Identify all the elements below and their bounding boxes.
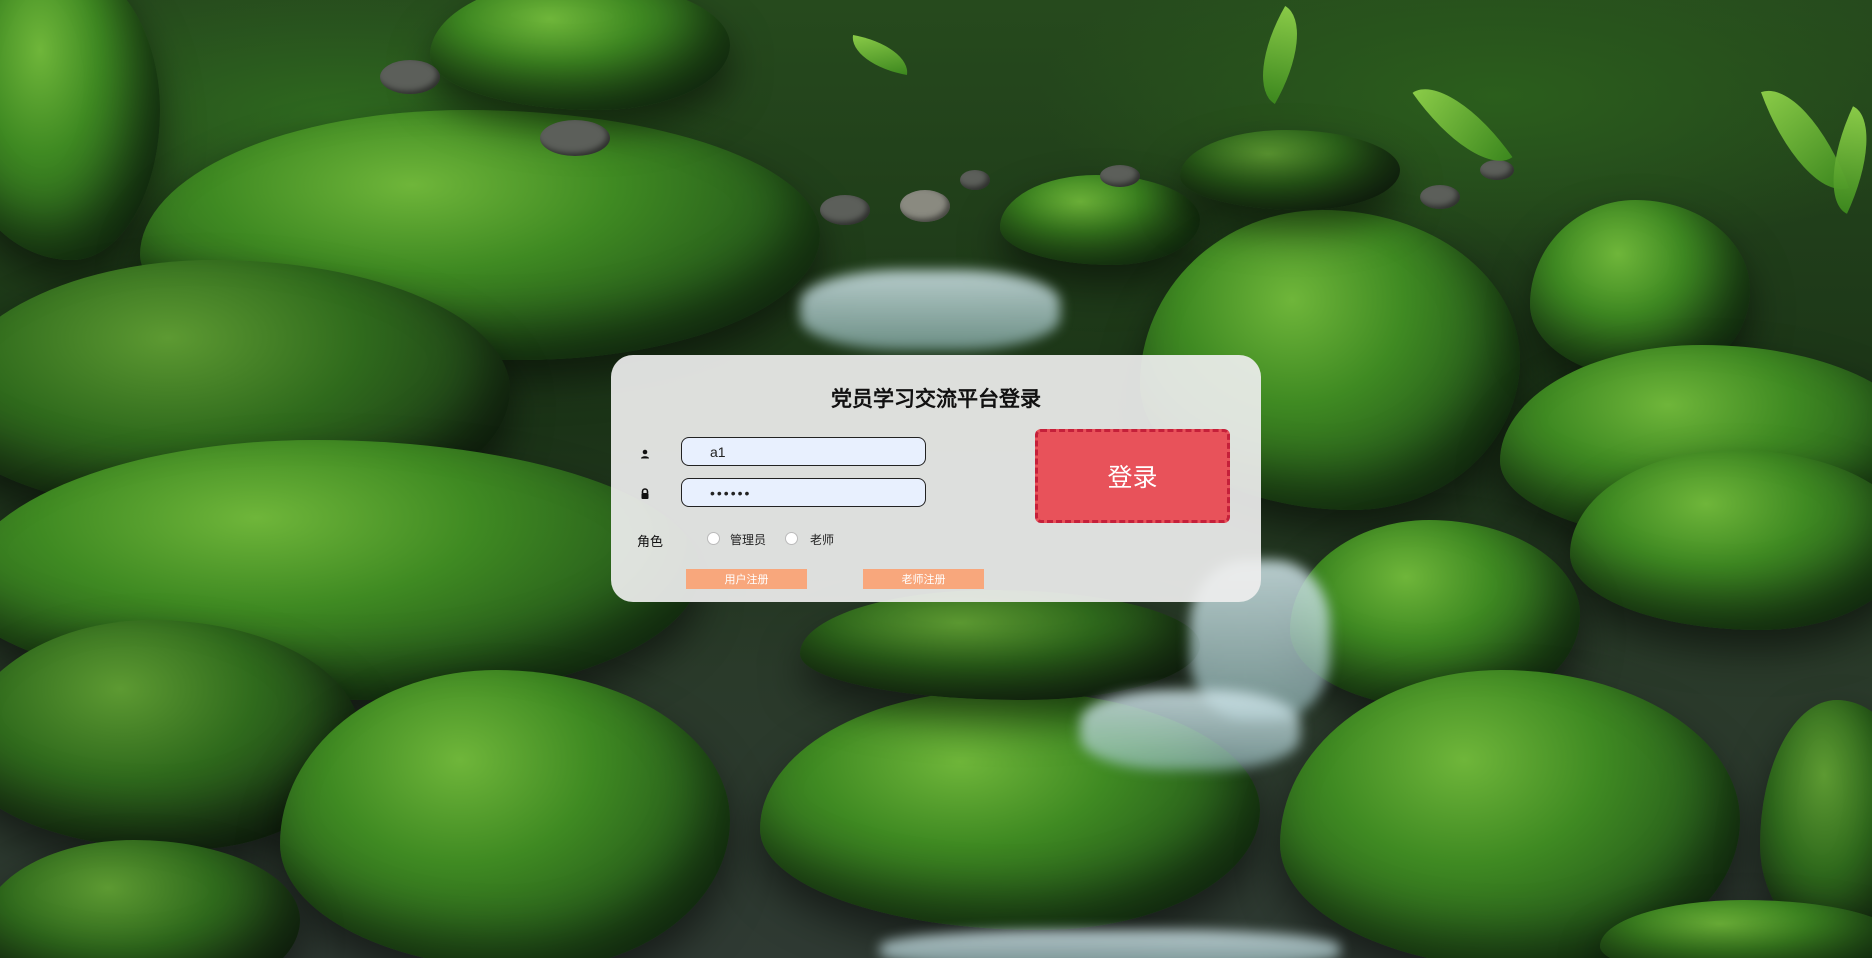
user-register-button[interactable]: 用户注册 xyxy=(686,569,807,589)
password-input[interactable] xyxy=(681,478,926,507)
role-admin-radio[interactable] xyxy=(707,532,720,545)
login-button[interactable]: 登录 xyxy=(1035,429,1230,523)
user-icon xyxy=(641,449,649,459)
page-title: 党员学习交流平台登录 xyxy=(831,387,1041,411)
role-label: 角色 xyxy=(637,535,664,550)
role-admin-label: 管理员 xyxy=(730,533,767,547)
lock-icon xyxy=(641,488,649,499)
username-input[interactable] xyxy=(681,437,926,466)
role-teacher-label: 老师 xyxy=(810,533,835,547)
role-teacher-radio[interactable] xyxy=(785,532,798,545)
login-panel: 党员学习交流平台登录 登录 角色 管理员 老师 用户注册 老师注册 xyxy=(611,355,1261,602)
teacher-register-button[interactable]: 老师注册 xyxy=(863,569,984,589)
